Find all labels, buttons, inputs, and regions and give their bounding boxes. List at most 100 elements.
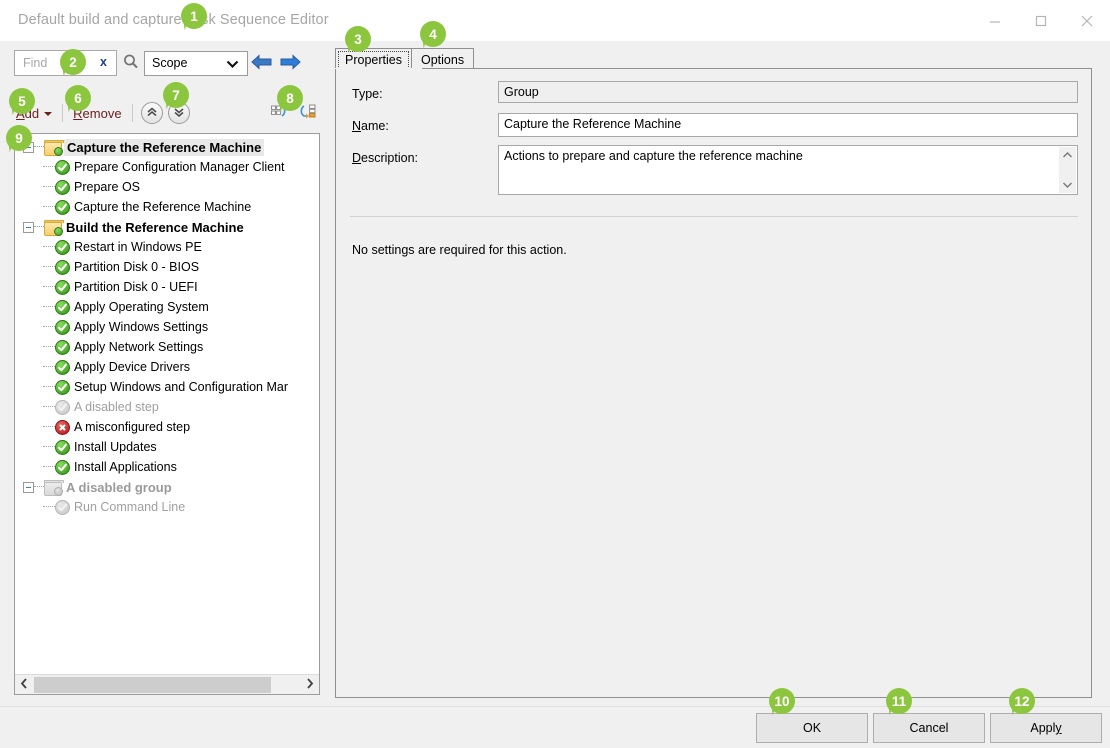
- tree-step-row[interactable]: Partition Disk 0 - UEFI: [15, 277, 319, 297]
- scroll-left-button[interactable]: [15, 676, 34, 694]
- tree-step-row[interactable]: Apply Device Drivers: [15, 357, 319, 377]
- tree-item-label: Apply Windows Settings: [74, 320, 208, 334]
- step-error-icon: [55, 420, 70, 435]
- tree-connector: [43, 326, 55, 328]
- description-input[interactable]: Actions to prepare and capture the refer…: [498, 145, 1078, 195]
- tree-connector: [43, 446, 55, 448]
- scope-select[interactable]: Scope: [144, 51, 248, 76]
- tree-step-row[interactable]: Apply Operating System: [15, 297, 319, 317]
- tree-group-row[interactable]: Build the Reference Machine: [15, 217, 319, 237]
- tree-connector: [43, 286, 55, 288]
- callout-badge-2: 2: [60, 49, 86, 75]
- tree-step-row[interactable]: Apply Windows Settings: [15, 317, 319, 337]
- ok-button[interactable]: OK: [756, 713, 868, 743]
- scroll-thumb[interactable]: [34, 677, 271, 693]
- arrow-right-icon: [279, 53, 301, 74]
- step-enabled-icon: [55, 440, 70, 455]
- tree-group-row[interactable]: A disabled group: [15, 477, 319, 497]
- apply-button[interactable]: Apply: [990, 713, 1102, 743]
- task-tree[interactable]: Capture the Reference Machine Prepare Con…: [14, 133, 320, 695]
- window-controls: [972, 0, 1110, 41]
- apply-label: Apply: [1030, 721, 1061, 735]
- description-label: Description:: [352, 151, 418, 165]
- tree-item-label: Apply Network Settings: [74, 340, 203, 354]
- tree-step-row[interactable]: Apply Network Settings: [15, 337, 319, 357]
- tree-connector: [43, 246, 55, 248]
- find-next-button[interactable]: [276, 50, 304, 76]
- tree-connector: [43, 346, 55, 348]
- task-sequence-editor-window: Default build and capture Task Sequence …: [0, 0, 1110, 748]
- tree-item-label: Install Applications: [74, 460, 177, 474]
- find-previous-button[interactable]: [248, 50, 276, 76]
- step-enabled-icon: [55, 280, 70, 295]
- window-title: Default build and capture Task Sequence …: [18, 12, 329, 28]
- chevron-left-icon: [20, 678, 29, 692]
- tab-options[interactable]: Options: [411, 48, 474, 69]
- tree-connector: [43, 506, 55, 508]
- cancel-button[interactable]: Cancel: [873, 713, 985, 743]
- tree-step-row[interactable]: Install Updates: [15, 437, 319, 457]
- tree-connector: [43, 306, 55, 308]
- tree-step-row[interactable]: Install Applications: [15, 457, 319, 477]
- ok-label: OK: [803, 721, 821, 735]
- task-tree-rows: Capture the Reference Machine Prepare Con…: [15, 137, 319, 674]
- magnifier-icon: [121, 52, 141, 75]
- dialog-footer: OK Cancel Apply: [0, 706, 1110, 748]
- folder-disabled-icon: [44, 480, 62, 495]
- callout-number: 7: [163, 82, 189, 108]
- step-enabled-icon: [55, 240, 70, 255]
- tree-connector: [43, 186, 55, 188]
- tree-group-row[interactable]: Capture the Reference Machine: [15, 137, 319, 157]
- scroll-down-button[interactable]: [1062, 177, 1073, 193]
- minimize-button[interactable]: [972, 0, 1018, 41]
- description-scrollbar[interactable]: [1059, 147, 1076, 193]
- title-bar: Default build and capture Task Sequence …: [0, 0, 1110, 42]
- tree-connector: [43, 206, 55, 208]
- tree-step-row[interactable]: Prepare OS: [15, 177, 319, 197]
- tree-step-row[interactable]: Capture the Reference Machine: [15, 197, 319, 217]
- search-toolbar: Find x Scope: [14, 49, 304, 77]
- callout-number: 8: [277, 85, 303, 111]
- tree-item-label: Partition Disk 0 - UEFI: [74, 280, 198, 294]
- tree-step-row[interactable]: Partition Disk 0 - BIOS: [15, 257, 319, 277]
- move-up-button[interactable]: [141, 102, 163, 124]
- minimize-icon: [988, 14, 1002, 28]
- tree-horizontal-scrollbar[interactable]: [15, 674, 319, 694]
- step-enabled-icon: [55, 260, 70, 275]
- tree-connector: [43, 466, 55, 468]
- tree-item-label: Prepare Configuration Manager Client: [74, 160, 285, 174]
- tree-step-row[interactable]: Run Command Line: [15, 497, 319, 517]
- close-button[interactable]: [1064, 0, 1110, 41]
- tree-expander-icon[interactable]: [23, 222, 34, 233]
- scroll-right-button[interactable]: [300, 676, 319, 694]
- name-input[interactable]: Capture the Reference Machine: [498, 113, 1078, 137]
- tree-step-row[interactable]: Prepare Configuration Manager Client: [15, 157, 319, 177]
- tree-step-row[interactable]: Restart in Windows PE: [15, 237, 319, 257]
- maximize-button[interactable]: [1018, 0, 1064, 41]
- tree-step-row[interactable]: A misconfigured step: [15, 417, 319, 437]
- callout-number: 6: [65, 85, 91, 111]
- find-clear-button[interactable]: x: [100, 55, 107, 69]
- callout-badge-3: 3: [345, 26, 371, 52]
- callout-number: 5: [9, 88, 35, 114]
- callout-badge-4: 4: [420, 21, 446, 47]
- tree-step-row[interactable]: Setup Windows and Configuration Mar: [15, 377, 319, 397]
- chevron-double-up-icon: [146, 106, 158, 121]
- arrow-left-icon: [251, 53, 273, 74]
- tree-item-label: A disabled group: [66, 480, 172, 495]
- folder-icon: [44, 220, 62, 235]
- step-enabled-icon: [55, 300, 70, 315]
- scroll-up-button[interactable]: [1062, 147, 1073, 163]
- tree-connector: [34, 486, 44, 488]
- tree-connector: [43, 426, 55, 428]
- callout-badge-8: 8: [277, 85, 303, 111]
- tree-item-label: Restart in Windows PE: [74, 240, 202, 254]
- folder-icon: [44, 140, 62, 155]
- scroll-track[interactable]: [34, 676, 300, 694]
- maximize-icon: [1034, 14, 1048, 28]
- tree-step-row[interactable]: A disabled step: [15, 397, 319, 417]
- cancel-label: Cancel: [910, 721, 949, 735]
- tree-expander-icon[interactable]: [23, 482, 34, 493]
- left-pane: Find x Scope: [0, 41, 333, 706]
- search-button[interactable]: [117, 50, 144, 76]
